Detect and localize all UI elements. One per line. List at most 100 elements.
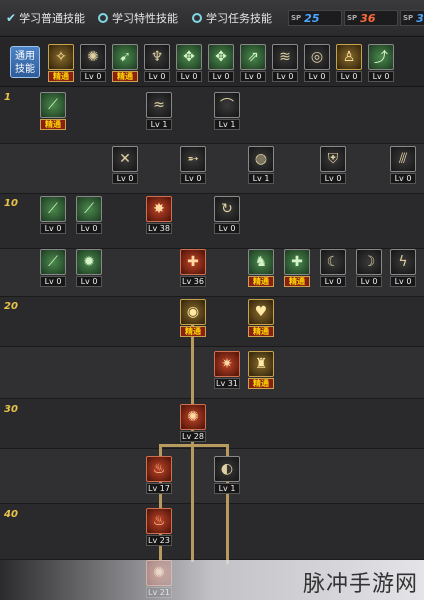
mastered-badge: 精通 <box>248 276 274 287</box>
tab-trait-skills[interactable]: 学习特性技能 <box>98 10 178 26</box>
radio-icon <box>192 13 202 23</box>
mastered-badge: 精通 <box>180 326 206 337</box>
emblem-icon[interactable]: ✥ <box>208 44 234 70</box>
pray-icon[interactable]: ✧ <box>48 44 74 70</box>
leap-icon[interactable]: ⇗ <box>240 44 266 70</box>
cross-slash-icon[interactable]: ✕ <box>112 146 138 172</box>
arrow-icon[interactable]: ➵ <box>180 146 206 172</box>
skill-slot[interactable]: ♨ Lv 23 <box>146 508 172 546</box>
skill-slot[interactable]: ⛨ Lv 0 <box>320 146 346 184</box>
common-skill-slot[interactable]: ✥ Lv 0 <box>176 44 202 82</box>
guard-icon[interactable]: ⛨ <box>320 146 346 172</box>
common-skill-slot[interactable]: ⇗ Lv 0 <box>240 44 266 82</box>
skill-slot[interactable]: ⟋ 精通 <box>40 92 66 130</box>
burst-icon[interactable]: ✸ <box>146 196 172 222</box>
heart-icon[interactable]: ♥ <box>248 299 274 325</box>
level-marker: 20 <box>4 301 18 312</box>
common-skill-slot[interactable]: ♆ Lv 0 <box>144 44 170 82</box>
skill-slot[interactable]: ✹ Lv 0 <box>76 249 102 287</box>
crescent-icon[interactable]: ☾ <box>320 249 346 275</box>
sword-icon[interactable]: ⟋ <box>40 249 66 275</box>
sword-icon[interactable]: ⟋ <box>40 196 66 222</box>
common-skill-slot[interactable]: ≋ Lv 0 <box>272 44 298 82</box>
slash-icon[interactable]: ⌒ <box>214 92 240 118</box>
skill-slot[interactable]: ✕ Lv 0 <box>112 146 138 184</box>
spiral-icon[interactable]: ◍ <box>248 146 274 172</box>
shield-icon[interactable]: ◎ <box>304 44 330 70</box>
mastered-badge: 精通 <box>284 276 310 287</box>
run-icon[interactable]: ➹ <box>112 44 138 70</box>
impact-icon[interactable]: ✷ <box>214 351 240 377</box>
skill-slot[interactable]: ⟋ Lv 0 <box>76 196 102 234</box>
wing-icon[interactable]: ♆ <box>144 44 170 70</box>
fire-icon[interactable]: ♨ <box>146 508 172 534</box>
dodge-icon[interactable]: ⤴ <box>368 44 394 70</box>
skill-slot[interactable]: ↻ Lv 0 <box>214 196 240 234</box>
skill-level-label: Lv 0 <box>272 71 298 82</box>
lightning-icon[interactable]: ϟ <box>390 249 416 275</box>
tier-band <box>0 144 424 194</box>
spark-icon[interactable]: ✹ <box>76 249 102 275</box>
sp-points-total: SP39 <box>400 10 424 26</box>
tree-connector <box>191 322 194 562</box>
tab-quest-skills[interactable]: 学习任务技能 <box>192 10 272 26</box>
skill-slot[interactable]: ⟋ Lv 0 <box>40 196 66 234</box>
skill-slot[interactable]: ≈ Lv 1 <box>146 92 172 130</box>
skill-level-label: Lv 0 <box>320 276 346 287</box>
skill-slot[interactable]: ⌒ Lv 1 <box>214 92 240 130</box>
tab-normal-skills[interactable]: ✔ 学习普通技能 <box>6 10 85 26</box>
skill-slot[interactable]: ◉ 精通 <box>180 299 206 337</box>
skill-level-label: Lv 31 <box>214 378 240 389</box>
knight-icon[interactable]: ♜ <box>248 351 274 377</box>
tab-label: 学习普通技能 <box>19 12 86 25</box>
common-skill-slot[interactable]: ◎ Lv 0 <box>304 44 330 82</box>
dash-icon[interactable]: ≋ <box>272 44 298 70</box>
skill-level-label: Lv 0 <box>112 173 138 184</box>
skill-slot[interactable]: ⫻ Lv 0 <box>390 146 416 184</box>
emblem-icon[interactable]: ✥ <box>176 44 202 70</box>
wave-icon[interactable]: ◐ <box>214 456 240 482</box>
skill-slot[interactable]: ✷ Lv 31 <box>214 351 240 389</box>
skill-slot[interactable]: ⟋ Lv 0 <box>40 249 66 287</box>
warrior-icon[interactable]: ♞ <box>248 249 274 275</box>
swirl-icon[interactable]: ↻ <box>214 196 240 222</box>
common-skill-slot[interactable]: ♙ Lv 0 <box>336 44 362 82</box>
common-skill-slot[interactable]: ➹ 精通 <box>112 44 138 82</box>
skill-slot[interactable]: ◐ Lv 1 <box>214 456 240 494</box>
crescent-icon[interactable]: ☽ <box>356 249 382 275</box>
tier-band <box>0 399 424 449</box>
figure-icon[interactable]: ♙ <box>336 44 362 70</box>
strike-icon[interactable]: ✚ <box>180 249 206 275</box>
skill-level-label: Lv 0 <box>390 276 416 287</box>
flame-icon[interactable]: ♨ <box>146 456 172 482</box>
common-skill-slot[interactable]: ✥ Lv 0 <box>208 44 234 82</box>
skill-slot[interactable]: ☽ Lv 0 <box>356 249 382 287</box>
common-skill-slot[interactable]: ✧ 精通 <box>48 44 74 82</box>
skill-slot[interactable]: ♞ 精通 <box>248 249 274 287</box>
common-skill-slot[interactable]: ⤴ Lv 0 <box>368 44 394 82</box>
skill-level-label: Lv 23 <box>146 535 172 546</box>
tier-band <box>0 449 424 504</box>
skill-slot[interactable]: ♜ 精通 <box>248 351 274 389</box>
claw-icon[interactable]: ≈ <box>146 92 172 118</box>
skill-slot[interactable]: ♥ 精通 <box>248 299 274 337</box>
skill-slot[interactable]: ϟ Lv 0 <box>390 249 416 287</box>
common-skill-slot[interactable]: ✺ Lv 0 <box>80 44 106 82</box>
triple-slash-icon[interactable]: ⫻ <box>390 146 416 172</box>
skill-slot[interactable]: ➵ Lv 0 <box>180 146 206 184</box>
skill-slot[interactable]: ✸ Lv 38 <box>146 196 172 234</box>
radio-icon <box>98 13 108 23</box>
skill-slot[interactable]: ◍ Lv 1 <box>248 146 274 184</box>
rage-icon[interactable]: ✺ <box>80 44 106 70</box>
cross-icon[interactable]: ✚ <box>284 249 310 275</box>
blade-icon[interactable]: ⟋ <box>76 196 102 222</box>
skill-slot[interactable]: ✺ Lv 28 <box>180 404 206 442</box>
watermark: 脉冲手游网 <box>302 572 418 597</box>
skill-slot[interactable]: ☾ Lv 0 <box>320 249 346 287</box>
spear-icon[interactable]: ⟋ <box>40 92 66 118</box>
skill-slot[interactable]: ✚ 精通 <box>284 249 310 287</box>
shield-icon[interactable]: ◉ <box>180 299 206 325</box>
skill-slot[interactable]: ✚ Lv 36 <box>180 249 206 287</box>
skill-slot[interactable]: ♨ Lv 17 <box>146 456 172 494</box>
explosion-icon[interactable]: ✺ <box>180 404 206 430</box>
